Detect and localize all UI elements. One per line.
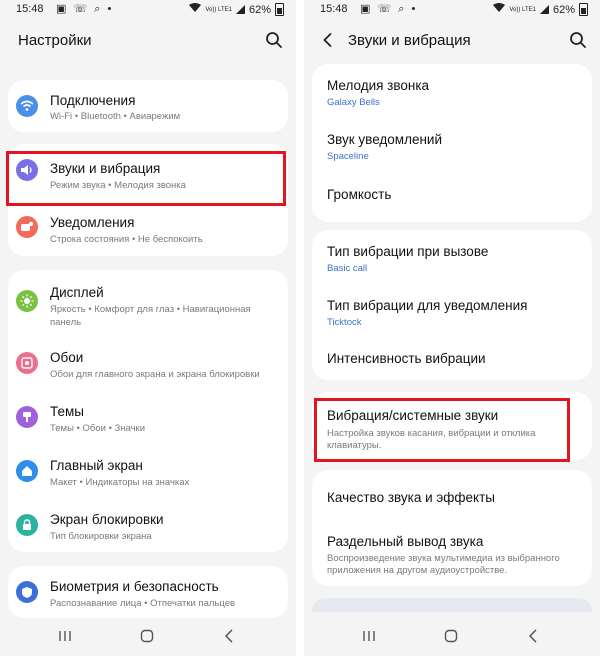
page-title: Настройки xyxy=(18,32,92,49)
header: Звуки и вибрация xyxy=(304,22,600,58)
settings-item-connections[interactable]: Подключения Wi-Fi • Bluetooth • Авиарежи… xyxy=(8,80,288,132)
home-button-icon[interactable] xyxy=(138,628,156,644)
settings-item-themes[interactable]: Темы Темы • Обои • Значки xyxy=(8,390,288,444)
item-title: Раздельный вывод звука xyxy=(327,534,484,549)
page-title: Звуки и вибрация xyxy=(348,32,471,49)
settings-item-notifications[interactable]: Уведомления Строка состояния • Не беспок… xyxy=(8,200,288,256)
settings-item-call-vibration[interactable]: Тип вибрации при вызове Basic call xyxy=(312,230,592,284)
display-icon xyxy=(16,290,38,312)
settings-item-notification-vibration[interactable]: Тип вибрации для уведомления Ticktock xyxy=(312,284,592,338)
highlight-box xyxy=(314,398,570,462)
connections-card: Подключения Wi-Fi • Bluetooth • Авиарежи… xyxy=(8,80,288,132)
settings-item-sound-quality[interactable]: Качество звука и эффекты xyxy=(312,470,592,520)
settings-item-notification-sound[interactable]: Звук уведомлений Spaceline xyxy=(312,118,592,172)
volte-indicator: Vo)) LTE1 xyxy=(205,6,232,13)
ringtone-volume-card: Мелодия звонка Galaxy Bells Звук уведомл… xyxy=(312,64,592,222)
item-title: Качество звука и эффекты xyxy=(327,490,495,505)
item-value: Basic call xyxy=(327,263,368,274)
display-card: Дисплей Яркость • Комфорт для глаз • Нав… xyxy=(8,270,288,552)
vibration-card: Тип вибрации при вызове Basic call Тип в… xyxy=(312,230,592,380)
item-subtitle: Макет • Индикаторы на значках xyxy=(50,477,190,488)
status-time: 15:48 xyxy=(16,3,44,15)
nav-bar xyxy=(304,616,600,656)
item-title: Тип вибрации при вызове xyxy=(327,244,489,259)
back-nav-icon[interactable] xyxy=(524,628,542,644)
item-title: Экран блокировки xyxy=(50,512,164,527)
settings-item-volume[interactable]: Громкость xyxy=(312,172,592,222)
recents-icon[interactable] xyxy=(56,628,74,644)
item-subtitle-line2: панель xyxy=(50,317,82,328)
item-title: Биометрия и безопасность xyxy=(50,579,219,594)
signal-icon xyxy=(235,5,245,14)
item-value: Ticktock xyxy=(327,317,362,328)
item-title: Интенсивность вибрации xyxy=(327,351,486,366)
settings-item-biometrics[interactable]: Биометрия и безопасность Распознавание л… xyxy=(8,566,288,618)
settings-item-separate-app-sound[interactable]: Раздельный вывод звука Воспроизведение з… xyxy=(312,520,592,586)
item-subtitle: Обои для главного экрана и экрана блокир… xyxy=(50,369,260,380)
wifi-icon xyxy=(16,95,38,117)
status-notification-icons: ▣ ☏ ⌕ • xyxy=(56,3,114,15)
item-title: Дисплей xyxy=(50,285,104,300)
item-subtitle: Темы • Обои • Значки xyxy=(50,423,146,434)
item-title: Темы xyxy=(50,404,84,419)
item-value: Galaxy Bells xyxy=(327,97,380,108)
item-subtitle: Распознавание лица • Отпечатки пальцев xyxy=(50,598,236,609)
item-title: Уведомления xyxy=(50,215,135,230)
settings-item-lock-screen[interactable]: Экран блокировки Тип блокировки экрана xyxy=(8,498,288,552)
sound-quality-card: Качество звука и эффекты Раздельный выво… xyxy=(312,470,592,586)
notifications-icon xyxy=(16,216,38,238)
signal-icon xyxy=(539,5,549,14)
wifi-status-icon xyxy=(189,3,202,16)
volte-indicator: Vo)) LTE1 xyxy=(509,6,536,13)
item-title: Подключения xyxy=(50,93,136,108)
nav-bar xyxy=(0,616,296,656)
settings-item-vibration-intensity[interactable]: Интенсивность вибрации xyxy=(312,338,592,380)
item-title: Громкость xyxy=(327,187,392,202)
settings-item-home-screen[interactable]: Главный экран Макет • Индикаторы на знач… xyxy=(8,444,288,498)
search-icon[interactable] xyxy=(264,30,284,50)
item-subtitle: Строка состояния • Не беспокоить xyxy=(50,234,203,245)
next-card-peek xyxy=(312,598,592,612)
settings-item-wallpaper[interactable]: Обои Обои для главного экрана и экрана б… xyxy=(8,336,288,390)
status-notification-icons: ▣ ☏ ⌕ • xyxy=(360,3,418,15)
wifi-status-icon xyxy=(493,3,506,16)
lock-icon xyxy=(16,514,38,536)
highlight-box xyxy=(6,151,286,206)
battery-icon xyxy=(579,3,588,16)
settings-screen: 15:48 ▣ ☏ ⌕ • Vo)) LTE1 62% Настройки По… xyxy=(0,0,296,656)
item-title: Главный экран xyxy=(50,458,143,473)
item-title: Мелодия звонка xyxy=(327,78,430,93)
sounds-vibration-screen: 15:48 ▣ ☏ ⌕ • Vo)) LTE1 62% Звуки и вибр… xyxy=(304,0,600,656)
item-title: Тип вибрации для уведомления xyxy=(327,298,528,313)
item-subtitle: Тип блокировки экрана xyxy=(50,531,152,542)
item-subtitle-line2: приложения на другом аудиоустройстве. xyxy=(327,565,508,576)
search-icon[interactable] xyxy=(568,30,588,50)
status-bar: 15:48 ▣ ☏ ⌕ • Vo)) LTE1 62% xyxy=(304,0,600,20)
themes-icon xyxy=(16,406,38,428)
battery-icon xyxy=(275,3,284,16)
biometrics-card: Биометрия и безопасность Распознавание л… xyxy=(8,566,288,618)
item-subtitle: Wi-Fi • Bluetooth • Авиарежим xyxy=(50,111,181,122)
header: Настройки xyxy=(0,22,296,58)
item-value: Spaceline xyxy=(327,151,369,162)
recents-icon[interactable] xyxy=(360,628,378,644)
battery-percent: 62% xyxy=(248,3,271,16)
item-title: Обои xyxy=(50,350,84,365)
status-bar: 15:48 ▣ ☏ ⌕ • Vo)) LTE1 62% xyxy=(0,0,296,20)
back-arrow-icon[interactable] xyxy=(318,30,338,50)
home-button-icon[interactable] xyxy=(442,628,460,644)
settings-item-ringtone[interactable]: Мелодия звонка Galaxy Bells xyxy=(312,64,592,118)
wallpaper-icon xyxy=(16,352,38,374)
back-nav-icon[interactable] xyxy=(220,628,238,644)
shield-icon xyxy=(16,581,38,603)
item-title: Звук уведомлений xyxy=(327,132,443,147)
settings-item-display[interactable]: Дисплей Яркость • Комфорт для глаз • Нав… xyxy=(8,270,288,336)
item-subtitle-line1: Яркость • Комфорт для глаз • Навигационн… xyxy=(50,304,251,315)
home-icon xyxy=(16,460,38,482)
battery-percent: 62% xyxy=(552,3,575,16)
status-time: 15:48 xyxy=(320,3,348,15)
